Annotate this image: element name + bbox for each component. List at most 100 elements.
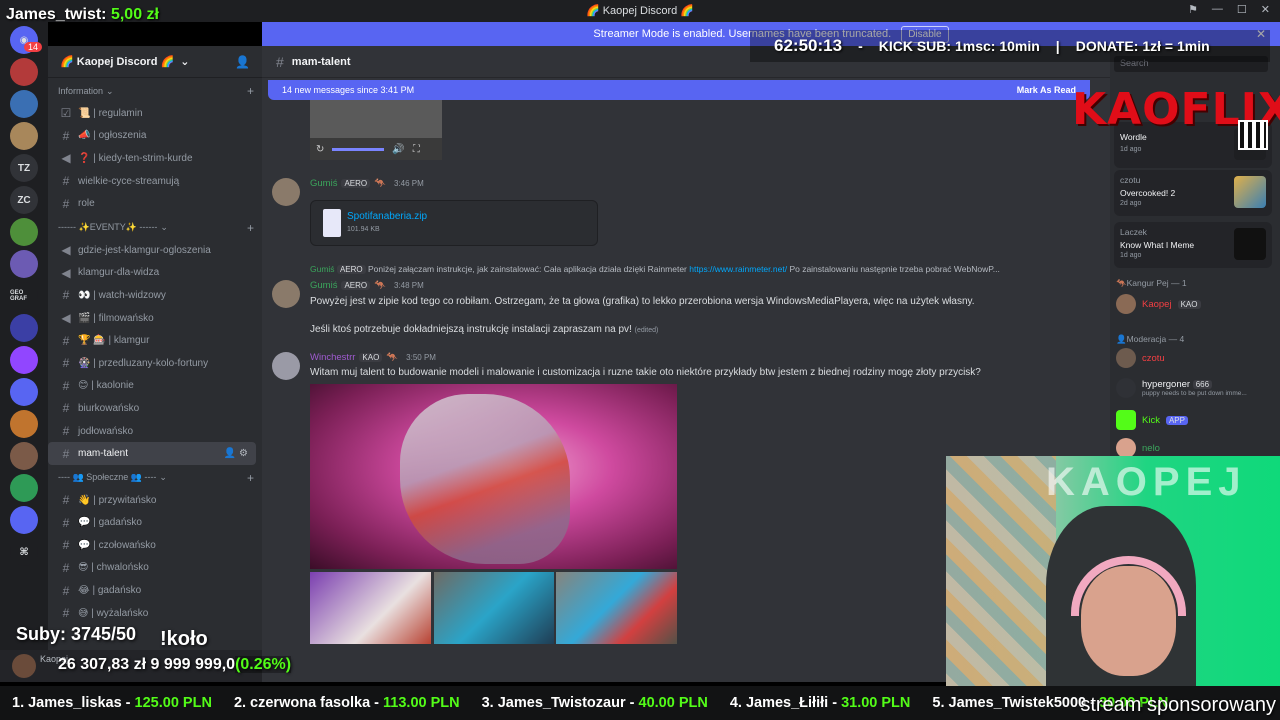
avatar[interactable] (12, 654, 36, 678)
channel-mam-talent[interactable]: # mam-talent 👤 ⚙ (48, 442, 256, 465)
channel-kaolonie[interactable]: # 😊 | kaolonie (48, 375, 256, 398)
separator: | (1055, 38, 1060, 54)
server-icon[interactable] (10, 90, 38, 118)
server-rail: ◉ 14 TZ ZC GEO GRAF ⌘ (0, 22, 48, 682)
channel-label: 😊 | kaolonie (78, 380, 134, 392)
channel-wyzalansko[interactable]: # 😅 | wyżalańsko (48, 602, 256, 625)
new-messages-bar[interactable]: 14 new messages since 3:41 PM Mark As Re… (268, 80, 1090, 100)
server-header[interactable]: 🌈 Kaopej Discord 🌈 ⌄ 👤 (48, 46, 262, 78)
server-icon[interactable] (10, 250, 38, 278)
hash-icon: # (62, 424, 70, 439)
channel-jodlowansko[interactable]: # jodłowańsko (48, 420, 256, 443)
channel-czolowansko[interactable]: # 💬 | czołowańsko (48, 534, 256, 557)
channel-wielkie-cyce[interactable]: # wielkie-cyce-streamują (48, 170, 256, 193)
channel-settings-icon[interactable]: 👤 ⚙ (224, 448, 248, 459)
image-attachment[interactable] (310, 384, 677, 569)
channel-gadansko[interactable]: # 💬 | gadańsko (48, 512, 256, 535)
image-thumbnail[interactable] (310, 572, 431, 644)
activity-card[interactable]: Laczek Know What I Meme 1d ago (1114, 222, 1272, 268)
rainmeter-link[interactable]: https://www.rainmeter.net/ (689, 264, 787, 274)
category-spoleczne[interactable]: ---- 👥 Społeczne 👥 ---- ⌄ + (48, 467, 262, 489)
avatar[interactable] (272, 178, 300, 206)
author-name[interactable]: Gumiś (310, 280, 337, 291)
reply-preview[interactable]: Gumiś AERO Poniżej załączam instrukcje, … (310, 264, 1000, 274)
image-thumbnail[interactable] (434, 572, 554, 644)
maximize-button[interactable]: ☐ (1237, 3, 1247, 16)
server-folder-icon[interactable] (10, 506, 38, 534)
volume-icon[interactable]: 🔊 (392, 144, 404, 155)
channel-label: 😎 | chwalońsko (78, 562, 149, 574)
edited-label: (edited) (634, 327, 659, 334)
replay-icon[interactable]: ↻ (316, 144, 324, 155)
author-name[interactable]: Gumiś (310, 178, 337, 189)
server-icon[interactable] (10, 314, 38, 342)
invite-icon[interactable]: 👤 (235, 55, 250, 69)
activity-ago: 2d ago (1120, 200, 1142, 207)
channel-gadansko-2[interactable]: # 😂 | gadańsko (48, 579, 256, 602)
member-name: czotu (1142, 352, 1165, 364)
server-icon[interactable] (10, 122, 38, 150)
category-eventy[interactable]: ------ ✨EVENTY✨ ------ ⌄ + (48, 217, 262, 239)
channel-ogloszenia[interactable]: # 📣 | ogłoszenia (48, 125, 256, 148)
server-icon[interactable]: ⌘ (10, 538, 38, 566)
hash-icon: # (62, 333, 70, 348)
activity-card[interactable]: czotu Overcooked! 2 2d ago (1114, 170, 1272, 216)
twitch-icon[interactable] (10, 346, 38, 374)
goal-percent: (0.26%) (235, 656, 292, 673)
member-item[interactable]: nelo (1116, 438, 1160, 458)
server-icon[interactable] (10, 474, 38, 502)
fullscreen-icon[interactable]: ⛶ (413, 144, 420, 155)
activity-title: Overcooked! 2 (1120, 188, 1176, 198)
add-channel-icon[interactable]: + (247, 471, 254, 485)
channel-gdzie-jest-klamgur[interactable]: ◀ gdzie-jest-klamgur-ogloszenia (48, 239, 256, 262)
close-button[interactable]: ✕ (1261, 3, 1270, 16)
avatar (1116, 348, 1136, 368)
file-name-link[interactable]: Spotifanaberia.zip (347, 211, 427, 222)
channel-przywitansko[interactable]: # 👋 | przywitańsko (48, 489, 256, 512)
avatar[interactable] (272, 280, 300, 308)
file-attachment[interactable]: Spotifanaberia.zip 101.94 KB (310, 200, 598, 246)
inbox-icon[interactable]: ⚑ (1188, 3, 1198, 16)
channel-kiedy-ten-strim[interactable]: ◀ ❓ | kiedy-ten-strim-kurde (48, 147, 256, 170)
ticker-item: 4. James_Łiłiłi - 31.00 PLN (729, 695, 911, 711)
role-tag: KAO (1177, 299, 1201, 309)
server-icon-geo-graf[interactable]: GEO GRAF (10, 282, 38, 310)
add-channel-icon[interactable]: + (247, 84, 254, 98)
volume-slider[interactable] (332, 147, 385, 151)
add-channel-icon[interactable]: + (247, 221, 254, 235)
hash-icon: # (62, 446, 70, 461)
channel-regulamin[interactable]: ☑ 📜 | regulamin (48, 102, 256, 125)
role-tag: AERO (336, 265, 366, 274)
channel-klamgur[interactable]: # 🏆 🎰 | klamgur (48, 329, 256, 352)
mark-as-read-button[interactable]: Mark As Read (1017, 85, 1076, 95)
message-text-line2: Jeśli ktoś potrzebuje dokładniejszą inst… (310, 324, 658, 335)
channel-kolo-fortuny[interactable]: # 🎡 | przedluzany-kolo-fortuny (48, 352, 256, 375)
channel-label: jodłowańsko (78, 425, 134, 437)
member-item[interactable]: Kick APP (1116, 410, 1188, 430)
server-icon[interactable] (10, 442, 38, 470)
reply-text: Poniżej załączam instrukcje, jak zainsta… (367, 264, 687, 274)
server-icon[interactable] (10, 58, 38, 86)
category-information[interactable]: Information ⌄ + (48, 80, 262, 102)
channel-chwalonsko[interactable]: # 😎 | chwalońsko (48, 557, 256, 580)
server-folder-icon[interactable] (10, 378, 38, 406)
member-item[interactable]: czotu (1116, 348, 1165, 368)
channel-watch-widzowy[interactable]: # 👀 | watch-widzowy (48, 284, 256, 307)
video-controls: ↻ 🔊 ⛶ (310, 138, 442, 160)
server-icon-zc[interactable]: ZC (10, 186, 38, 214)
minimize-button[interactable]: — (1212, 3, 1223, 16)
author-name[interactable]: Winchestrr (310, 352, 355, 363)
member-item[interactable]: hypergoner 666 puppy needs to be put dow… (1116, 378, 1247, 398)
server-icon[interactable] (10, 218, 38, 246)
channel-role[interactable]: # role (48, 192, 256, 215)
channel-biurkowansko[interactable]: # biurkowańsko (48, 397, 256, 420)
server-icon-tz[interactable]: TZ (10, 154, 38, 182)
channel-klamgur-dla-widza[interactable]: ◀ klamgur-dla-widza (48, 262, 256, 285)
member-item[interactable]: Kaopej KAO (1116, 294, 1201, 314)
image-thumbnail[interactable] (556, 572, 677, 644)
kangaroo-icon: 🦘 (374, 280, 386, 291)
channel-filmowansko[interactable]: ◀ 🎬 | filmowańsko (48, 307, 256, 330)
server-icon[interactable] (10, 410, 38, 438)
channel-label: wielkie-cyce-streamują (78, 175, 180, 187)
avatar[interactable] (272, 352, 300, 380)
